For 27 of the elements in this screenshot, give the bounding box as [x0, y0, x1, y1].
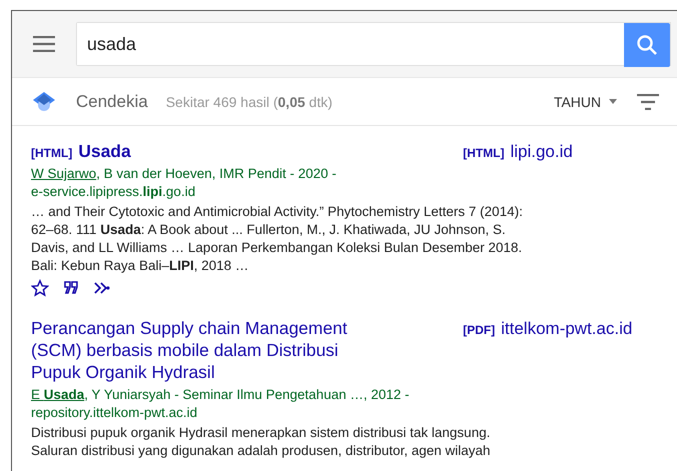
snippet: … and Their Cytotoxic and Antimicrobial Activity.” Phytochemistry Letters 7 (2014): 62–68. 111 Usada: A Book about ... Fullerton, M., J. Khatiwada, JU Johnson, S. Davis, and LL Williams … Laporan Perkembangan Koleksi Bulan Desember 2018. Bali: Kebun Raya Bali–LIPI, 2018 … — [31, 203, 524, 275]
author-link[interactable]: E Usada — [31, 387, 84, 402]
author-names: , B van der Hoeven, IMR Pendit - 2020 - — [96, 166, 336, 181]
author-link[interactable]: W Sujarwo — [31, 166, 96, 181]
caret-icon — [609, 99, 617, 104]
menu-icon[interactable] — [33, 36, 55, 52]
result-title[interactable]: Usada — [78, 140, 131, 162]
year-dropdown[interactable]: TAHUN — [552, 90, 619, 114]
search-button[interactable] — [624, 23, 670, 67]
star-icon[interactable] — [31, 279, 49, 297]
file-type: [PDF] — [463, 323, 495, 337]
source-url: e-service.lipipress.lipi.go.id — [31, 183, 196, 201]
brand-name[interactable]: Cendekia — [76, 92, 148, 112]
quote-icon[interactable] — [63, 281, 79, 295]
search-icon — [636, 34, 658, 56]
file-type: [HTML] — [463, 146, 504, 160]
file-type: [HTML] — [31, 146, 72, 160]
graduation-cap-icon — [32, 90, 56, 114]
filter-icon[interactable] — [637, 94, 659, 110]
source-link[interactable]: lipi.go.id — [510, 142, 573, 162]
snippet: Distribusi pupuk organik Hydrasil menerapkan sistem distribusi tak langsung. Saluran distribusi yang digunakan adalah produsen, distributor, agen wilayah — [31, 424, 492, 460]
result-title[interactable]: Perancangan Supply chain Management (SCM) berbasis mobile dalam Distribusi Pupuk Organik Hydrasil — [31, 317, 386, 383]
author-names: , Y Yuniarsyah - Seminar Ilmu Pengetahuan …, 2012 - — [84, 387, 410, 402]
source-link[interactable]: ittelkom-pwt.ac.id — [501, 319, 632, 339]
result-stats: Sekitar 469 hasil (0,05 dtk) — [166, 94, 334, 110]
source-url: repository.ittelkom-pwt.ac.id — [31, 404, 198, 422]
double-chevron-icon[interactable] — [93, 281, 111, 295]
